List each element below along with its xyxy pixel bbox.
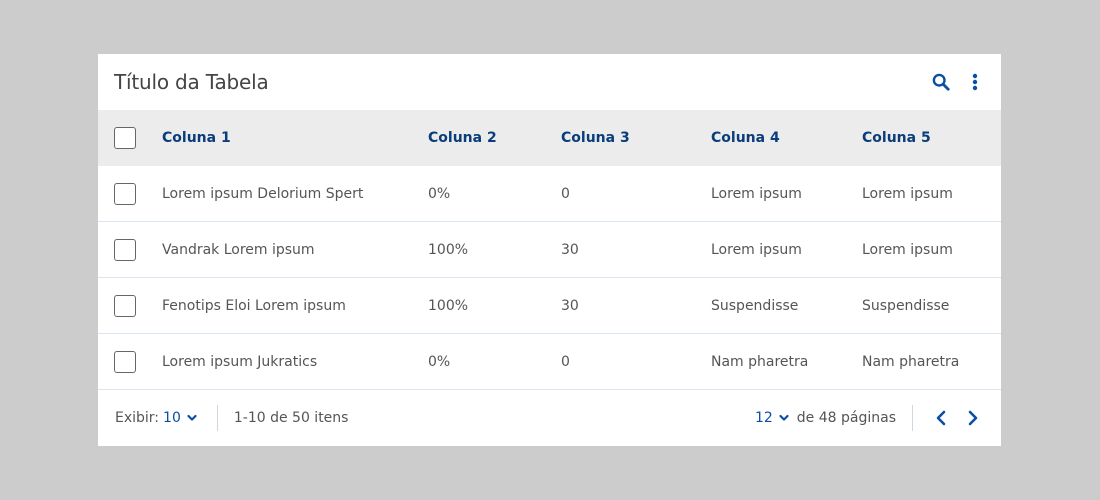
column-header[interactable]: Coluna 1 — [162, 130, 428, 146]
table-cell: Nam pharetra — [711, 353, 809, 370]
chevron-left-icon[interactable] — [933, 409, 949, 427]
table-cell: 30 — [561, 241, 579, 258]
header-actions — [931, 54, 985, 110]
table-row: Fenotips Eloi Lorem ipsum 100% 30 Suspen… — [98, 278, 1001, 334]
search-icon[interactable] — [931, 72, 951, 92]
table-cell: Suspendisse — [711, 297, 799, 314]
total-pages-text: de 48 páginas — [796, 410, 896, 426]
table-cell: Nam pharetra — [862, 353, 960, 370]
table-cell: 0 — [561, 185, 570, 202]
table-row: Vandrak Lorem ipsum 100% 30 Lorem ipsum … — [98, 222, 1001, 278]
table-footer: Exibir: 10 1-10 de 50 itens 12 de 48 pág… — [98, 390, 1001, 446]
table-cell: Suspendisse — [862, 297, 950, 314]
table-row: Lorem ipsum Delorium Spert 0% 0 Lorem ip… — [98, 166, 1001, 222]
row-checkbox[interactable] — [114, 182, 136, 205]
item-range-text: 1-10 de 50 itens — [233, 410, 349, 426]
chevron-down-icon — [187, 410, 197, 426]
row-checkbox[interactable] — [114, 294, 136, 317]
table-cell: 30 — [561, 297, 579, 314]
table-cell: 100% — [428, 297, 469, 314]
table-cell: Lorem ipsum — [862, 185, 953, 202]
table-cell: 0% — [428, 353, 451, 370]
column-header[interactable]: Coluna 2 — [428, 130, 561, 146]
table-title: Título da Tabela — [114, 70, 269, 94]
table-cell: Vandrak Lorem ipsum — [162, 241, 315, 258]
table-cell: 0 — [561, 353, 570, 370]
pagination: 12 de 48 páginas — [755, 390, 981, 446]
page-size-select[interactable]: 10 — [163, 410, 197, 426]
footer-divider — [216, 405, 218, 431]
data-table: Coluna 1 Coluna 2 Coluna 3 Coluna 4 Colu… — [98, 110, 1001, 390]
table-header: Título da Tabela — [98, 54, 1001, 110]
table-header-row: Coluna 1 Coluna 2 Coluna 3 Coluna 4 Colu… — [98, 110, 1001, 166]
column-header[interactable]: Coluna 4 — [711, 130, 862, 146]
current-page-value: 12 — [754, 410, 773, 426]
chevron-right-icon[interactable] — [965, 409, 981, 427]
table-cell: Lorem ipsum Delorium Spert — [162, 185, 364, 202]
footer-divider — [912, 405, 913, 431]
table-cell: 100% — [428, 241, 469, 258]
column-header[interactable]: Coluna 3 — [561, 130, 711, 146]
table-cell: Lorem ipsum — [711, 185, 802, 202]
select-all-checkbox[interactable] — [114, 127, 136, 149]
page-size-value: 10 — [163, 410, 181, 426]
current-page-select[interactable]: 12 — [755, 410, 789, 426]
row-checkbox[interactable] — [114, 238, 136, 261]
table-cell: Lorem ipsum Jukratics — [162, 353, 318, 370]
row-checkbox[interactable] — [114, 350, 136, 373]
page-size-label: Exibir: — [115, 410, 160, 426]
page-size-control: Exibir: 10 — [115, 410, 197, 426]
table-row: Lorem ipsum Jukratics 0% 0 Nam pharetra … — [98, 334, 1001, 390]
table-cell: Lorem ipsum — [862, 241, 953, 258]
table-cell: 0% — [428, 185, 451, 202]
column-header[interactable]: Coluna 5 — [862, 130, 1001, 146]
table-cell: Fenotips Eloi Lorem ipsum — [162, 297, 346, 314]
table-cell: Lorem ipsum — [711, 241, 802, 258]
chevron-down-icon — [779, 410, 789, 426]
more-vertical-icon[interactable] — [965, 72, 985, 92]
data-table-card: Título da Tabela Coluna 1 Coluna 2 Colun… — [98, 54, 1001, 446]
